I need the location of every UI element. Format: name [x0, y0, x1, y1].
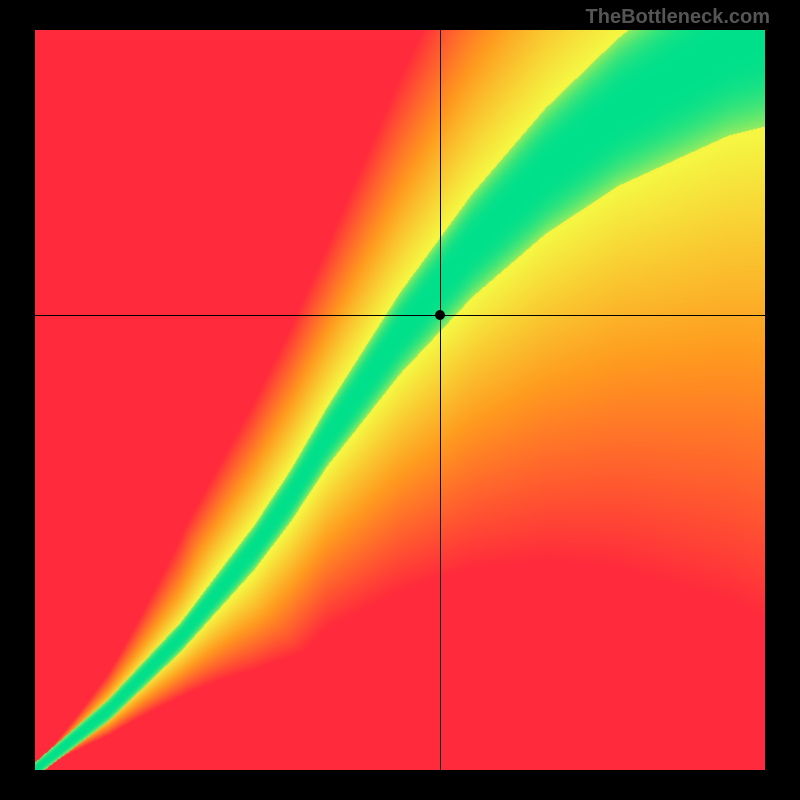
chart-container: TheBottleneck.com	[0, 0, 800, 800]
crosshair-horizontal	[35, 315, 765, 316]
heatmap-canvas	[35, 30, 765, 770]
watermark-text: TheBottleneck.com	[586, 6, 770, 29]
crosshair-vertical	[440, 30, 441, 770]
plot-area	[35, 30, 765, 770]
crosshair-marker	[435, 310, 445, 320]
